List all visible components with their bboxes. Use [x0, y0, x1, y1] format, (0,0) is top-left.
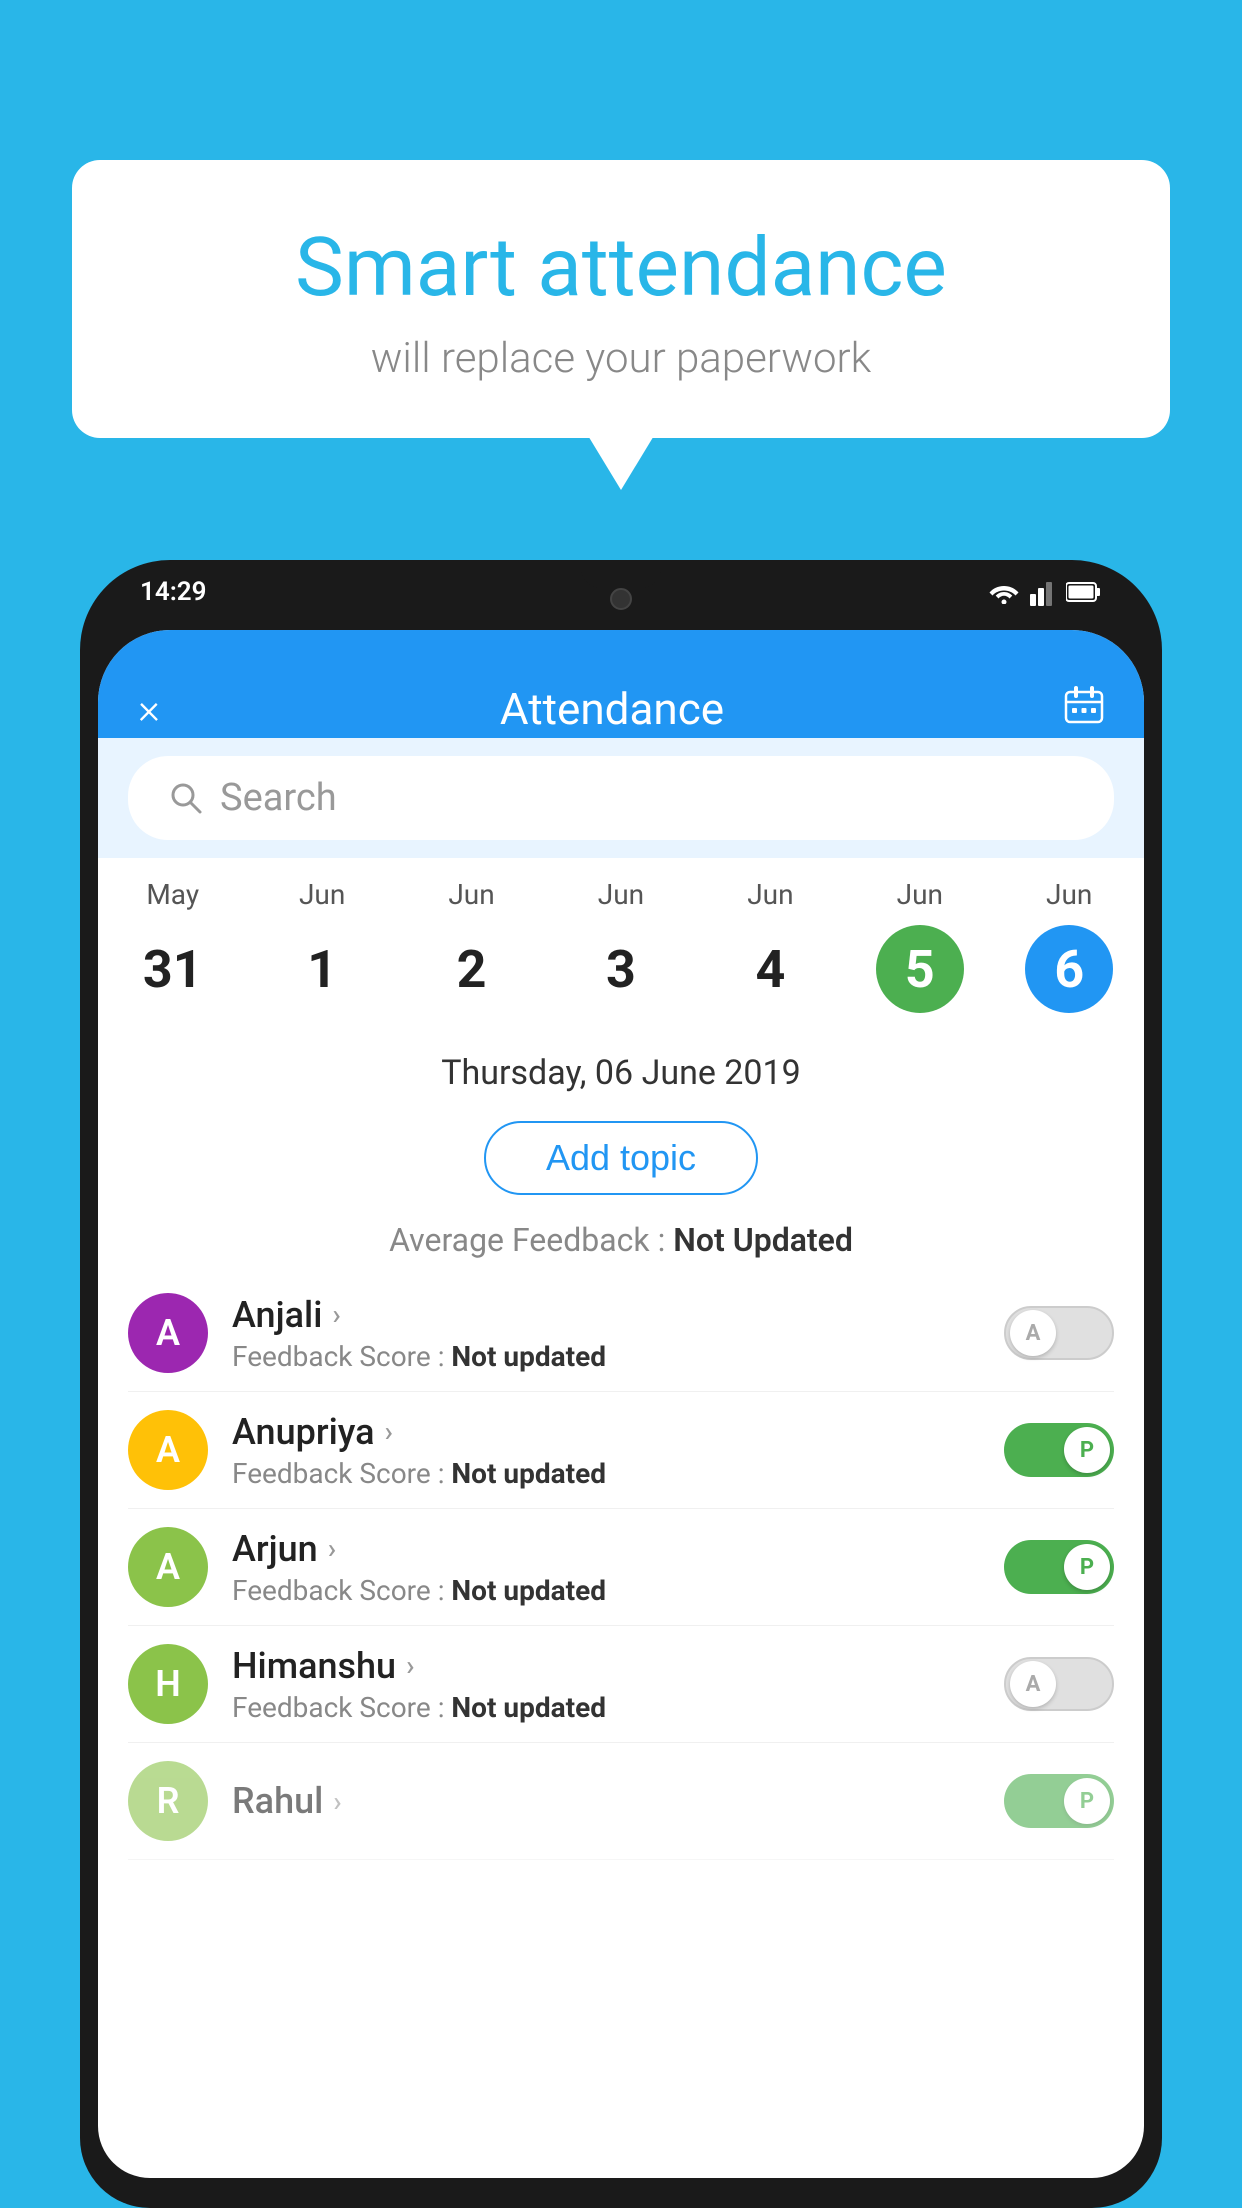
phone-screen: × Attendance S	[98, 630, 1144, 2178]
search-icon	[168, 780, 204, 816]
attendance-toggle-anjali[interactable]: A	[1004, 1306, 1114, 1360]
phone-notch	[581, 560, 661, 588]
student-row-partial[interactable]: R Rahul › P	[128, 1743, 1114, 1860]
student-info-himanshu: Himanshu › Feedback Score : Not updated	[232, 1645, 980, 1724]
status-icons	[988, 578, 1102, 606]
phone-camera	[610, 588, 632, 610]
student-list: A Anjali › Feedback Score : Not updated …	[98, 1275, 1144, 1860]
avatar-arjun: A	[128, 1527, 208, 1607]
student-feedback-himanshu: Feedback Score : Not updated	[232, 1691, 980, 1724]
app-header: × Attendance	[98, 630, 1144, 738]
add-topic-button[interactable]: Add topic	[484, 1121, 758, 1195]
cal-day-jun2[interactable]: Jun 2	[422, 878, 522, 1013]
student-row-himanshu[interactable]: H Himanshu › Feedback Score : Not update…	[128, 1626, 1114, 1743]
student-feedback-anjali: Feedback Score : Not updated	[232, 1340, 980, 1373]
phone-frame: 14:29 ×	[80, 560, 1162, 2208]
bubble-subtitle: will replace your paperwork	[122, 334, 1120, 383]
toggle-arjun[interactable]: P	[1004, 1540, 1114, 1594]
cal-day-jun1[interactable]: Jun 1	[272, 878, 372, 1013]
student-info-anupriya: Anupriya › Feedback Score : Not updated	[232, 1411, 980, 1490]
wifi-icon	[988, 580, 1020, 604]
student-row-arjun[interactable]: A Arjun › Feedback Score : Not updated P	[128, 1509, 1114, 1626]
chevron-icon: ›	[385, 1415, 393, 1448]
toggle-partial[interactable]: P	[1004, 1774, 1114, 1828]
student-info-arjun: Arjun › Feedback Score : Not updated	[232, 1528, 980, 1607]
attendance-toggle-arjun[interactable]: P	[1004, 1540, 1114, 1594]
avatar-himanshu: H	[128, 1644, 208, 1724]
student-info-partial: Rahul ›	[232, 1780, 980, 1822]
content-area: Thursday, 06 June 2019 Add topic Average…	[98, 1023, 1144, 1860]
calendar-icon[interactable]	[1064, 684, 1104, 734]
status-time: 14:29	[140, 577, 207, 607]
chevron-icon: ›	[328, 1532, 336, 1565]
toggle-anupriya[interactable]: P	[1004, 1423, 1114, 1477]
avg-feedback-value: Not Updated	[673, 1221, 853, 1259]
cal-day-may31[interactable]: May 31	[123, 878, 223, 1013]
chevron-icon: ›	[333, 1785, 341, 1818]
avatar-anjali: A	[128, 1293, 208, 1373]
chevron-icon: ›	[332, 1298, 340, 1331]
cal-day-jun4[interactable]: Jun 4	[720, 878, 820, 1013]
bubble-title: Smart attendance	[122, 220, 1120, 316]
student-name-anupriya: Anupriya ›	[232, 1411, 980, 1453]
cal-day-jun5[interactable]: Jun 5	[870, 878, 970, 1013]
toggle-anjali[interactable]: A	[1004, 1306, 1114, 1360]
signal-icon	[1030, 578, 1056, 606]
student-feedback-anupriya: Feedback Score : Not updated	[232, 1457, 980, 1490]
toggle-knob-partial: P	[1064, 1778, 1110, 1824]
student-name-partial: Rahul ›	[232, 1780, 980, 1822]
toggle-knob-anupriya: P	[1064, 1427, 1110, 1473]
selected-date: Thursday, 06 June 2019	[98, 1043, 1144, 1103]
cal-day-jun6[interactable]: Jun 6	[1019, 878, 1119, 1013]
student-name-arjun: Arjun ›	[232, 1528, 980, 1570]
search-input[interactable]: Search	[220, 776, 337, 820]
toggle-knob-arjun: P	[1064, 1544, 1110, 1590]
battery-icon	[1066, 581, 1102, 603]
avatar-anupriya: A	[128, 1410, 208, 1490]
student-info-anjali: Anjali › Feedback Score : Not updated	[232, 1294, 980, 1373]
attendance-toggle-himanshu[interactable]: A	[1004, 1657, 1114, 1711]
close-button[interactable]: ×	[138, 685, 160, 734]
cal-day-jun3[interactable]: Jun 3	[571, 878, 671, 1013]
avg-feedback: Average Feedback : Not Updated	[98, 1213, 1144, 1275]
toggle-knob-himanshu: A	[1010, 1661, 1056, 1707]
student-name-anjali: Anjali ›	[232, 1294, 980, 1336]
toggle-himanshu[interactable]: A	[1004, 1657, 1114, 1711]
attendance-toggle-anupriya[interactable]: P	[1004, 1423, 1114, 1477]
student-row-anupriya[interactable]: A Anupriya › Feedback Score : Not update…	[128, 1392, 1114, 1509]
chevron-icon: ›	[406, 1649, 414, 1682]
student-row-anjali[interactable]: A Anjali › Feedback Score : Not updated …	[128, 1275, 1114, 1392]
search-container: Search	[98, 738, 1144, 858]
toggle-knob-anjali: A	[1010, 1310, 1056, 1356]
avg-feedback-label: Average Feedback :	[389, 1221, 665, 1259]
avatar-partial: R	[128, 1761, 208, 1841]
speech-bubble: Smart attendance will replace your paper…	[72, 160, 1170, 438]
student-name-himanshu: Himanshu ›	[232, 1645, 980, 1687]
calendar-strip: May 31 Jun 1 Jun 2 Jun 3 Jun 4 Jun 5	[98, 858, 1144, 1023]
attendance-toggle-partial[interactable]: P	[1004, 1774, 1114, 1828]
student-feedback-arjun: Feedback Score : Not updated	[232, 1574, 980, 1607]
header-title: Attendance	[500, 683, 724, 735]
search-bar[interactable]: Search	[128, 756, 1114, 840]
